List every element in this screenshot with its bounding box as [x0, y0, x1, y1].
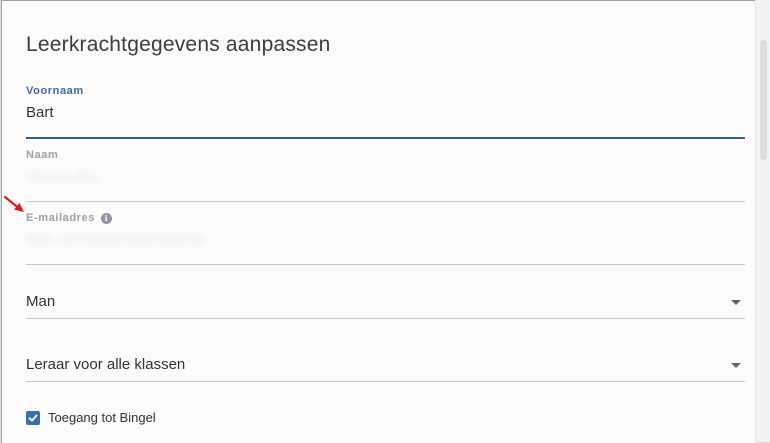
firstname-field[interactable]: Voornaam Bart — [26, 85, 745, 139]
email-input[interactable]: bart.vermeulen@school.be — [26, 230, 745, 250]
lastname-label: Naam — [26, 149, 59, 161]
lastname-field[interactable]: Naam Vermeulen — [26, 149, 745, 202]
gender-select-row[interactable]: Man — [26, 292, 745, 312]
scrollbar[interactable] — [755, 0, 770, 442]
edit-teacher-dialog: Leerkrachtgegevens aanpassen Voornaam Ba… — [1, 0, 756, 443]
firstname-label: Voornaam — [26, 85, 84, 97]
info-icon[interactable]: i — [100, 212, 112, 224]
role-underline — [26, 381, 745, 382]
dialog-title: Leerkrachtgegevens aanpassen — [26, 33, 331, 56]
email-label: E-mailadres — [26, 212, 95, 224]
email-underline — [26, 264, 745, 265]
bingel-access-row[interactable]: Toegang tot Bingel — [26, 410, 156, 425]
chevron-down-icon[interactable] — [731, 362, 741, 368]
email-field[interactable]: E-mailadres i bart.vermeulen@school.be — [26, 212, 745, 265]
chevron-down-icon[interactable] — [731, 299, 741, 305]
role-value: Leraar voor alle klassen — [26, 356, 186, 373]
bingel-access-label: Toegang tot Bingel — [48, 410, 156, 425]
gender-value: Man — [26, 293, 56, 310]
firstname-input[interactable]: Bart — [26, 103, 745, 123]
gender-select[interactable]: Man — [26, 292, 745, 319]
lastname-input[interactable]: Vermeulen — [26, 167, 745, 187]
checkmark-icon — [28, 414, 38, 421]
annotation-arrow-icon — [3, 195, 24, 212]
email-label-row: E-mailadres i — [26, 212, 745, 224]
scrollbar-thumb[interactable] — [760, 40, 767, 160]
firstname-underline — [26, 137, 745, 139]
bingel-access-checkbox[interactable] — [26, 410, 40, 425]
lastname-underline — [26, 201, 745, 202]
role-select[interactable]: Leraar voor alle klassen — [26, 355, 745, 382]
role-select-row[interactable]: Leraar voor alle klassen — [26, 355, 745, 375]
gender-underline — [26, 318, 745, 319]
